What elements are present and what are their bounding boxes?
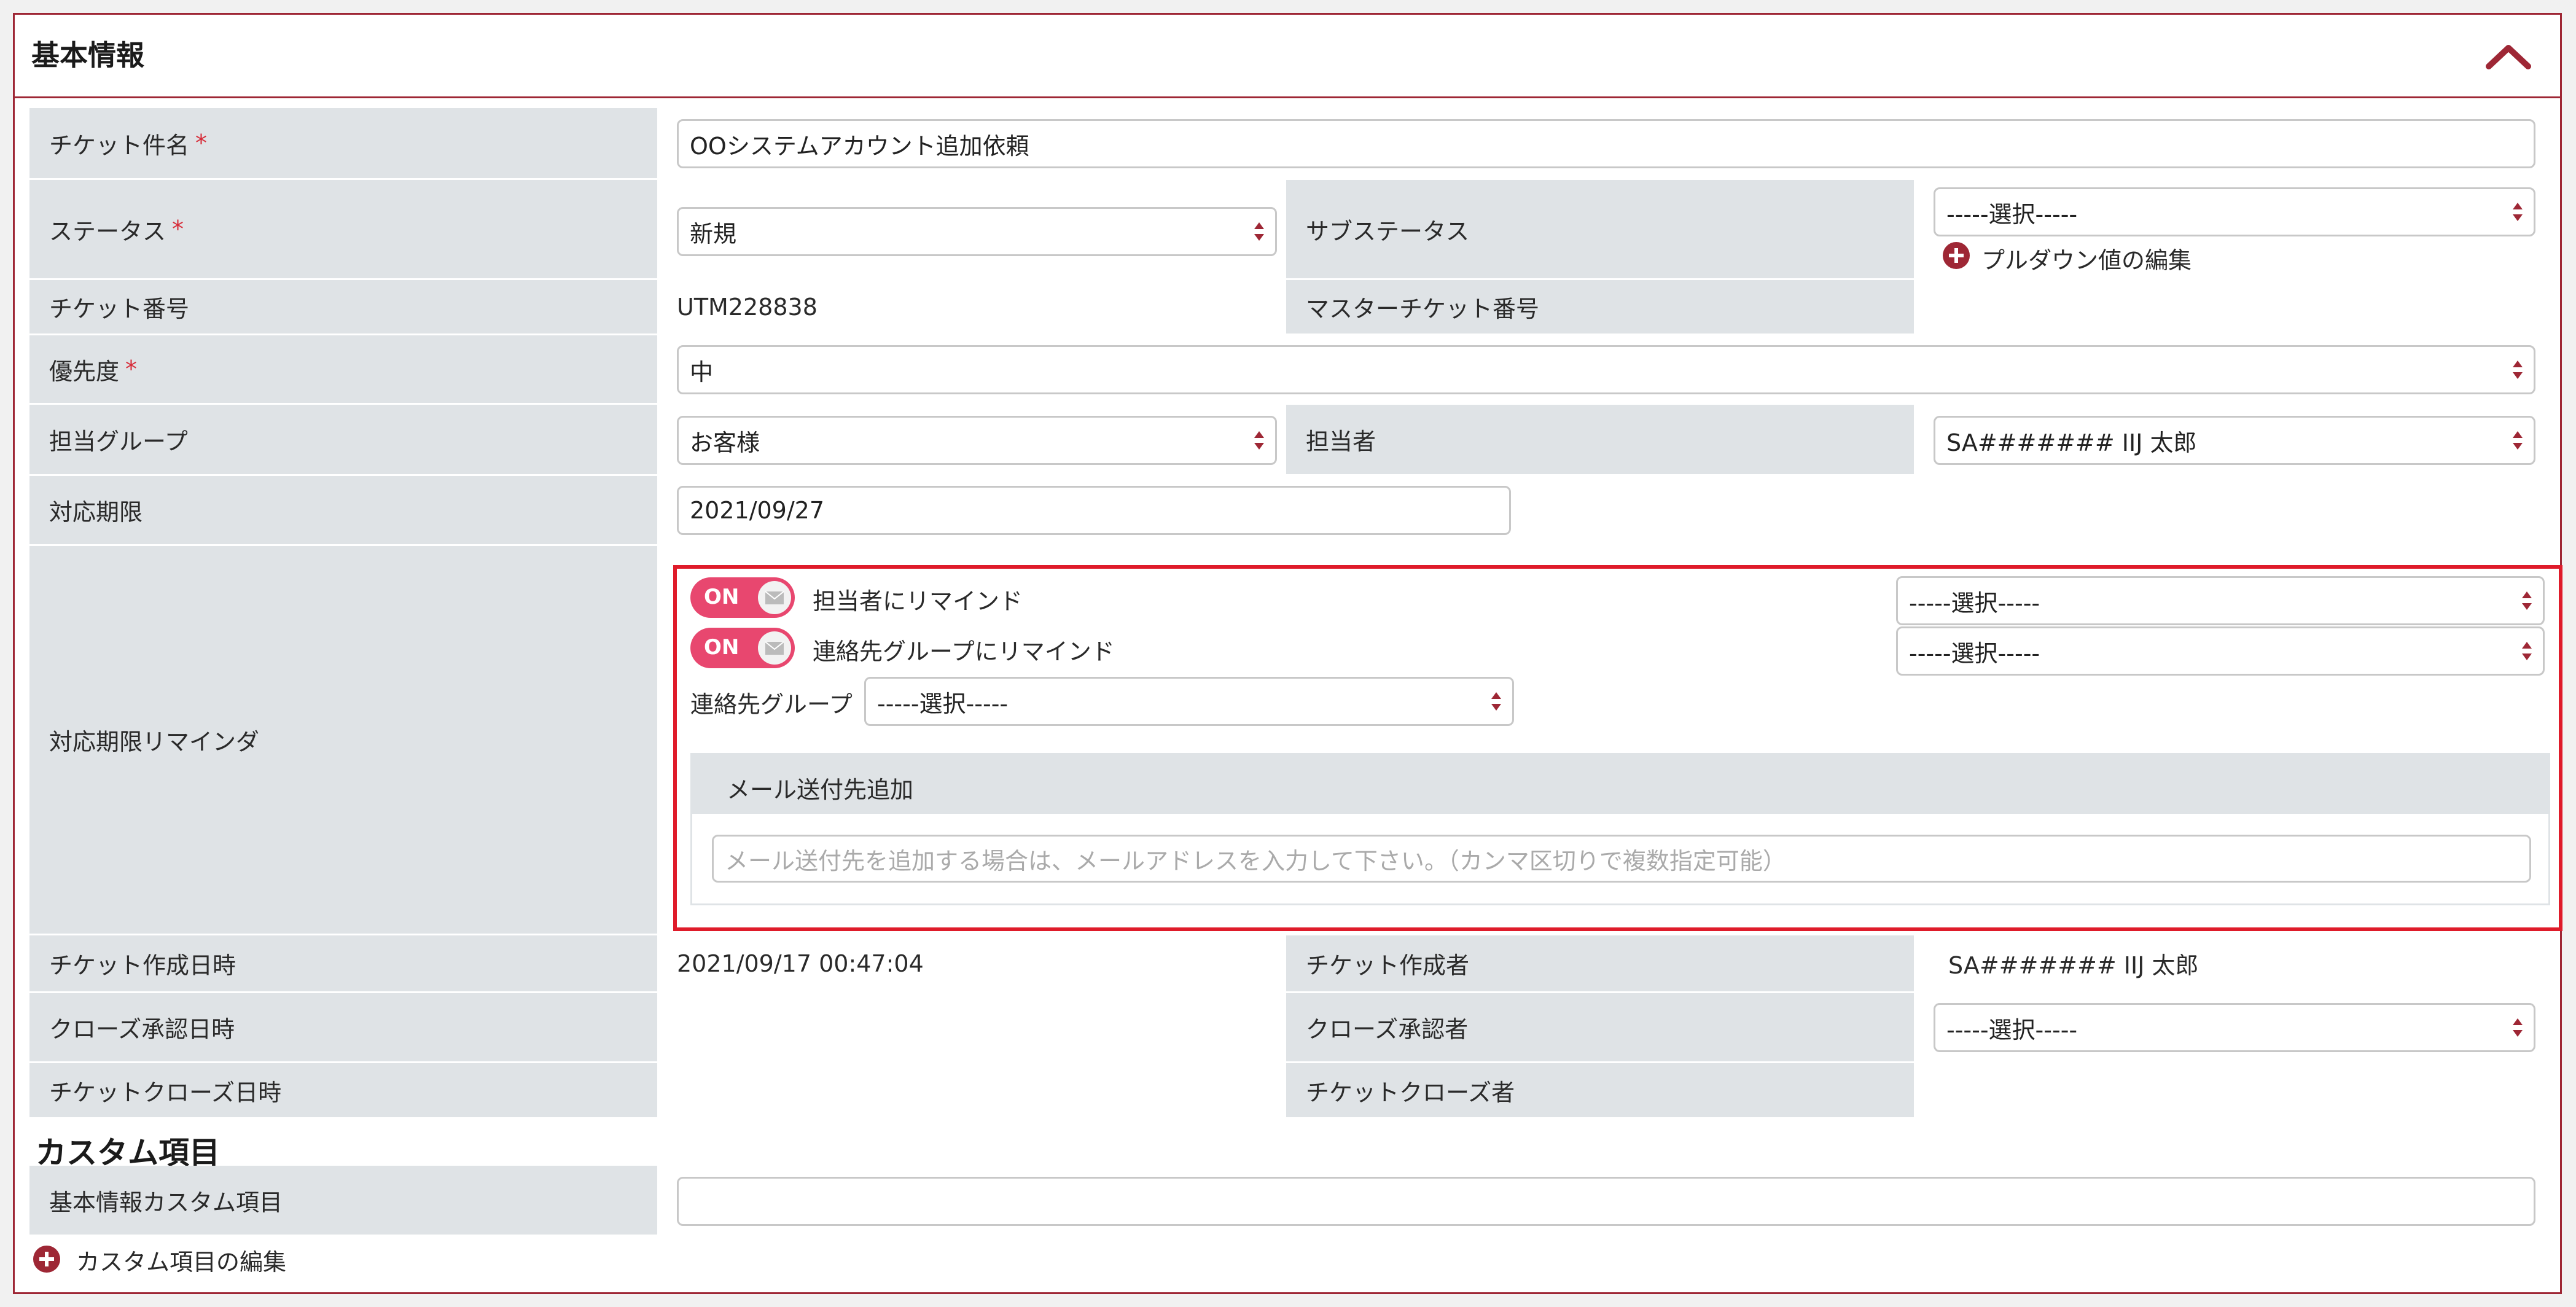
assignee-select[interactable]: SA####### IIJ 太郎	[1934, 416, 2535, 465]
edit-pulldown-link[interactable]: プルダウン値の編集	[1981, 241, 2192, 275]
row-priority: 優先度 * 中	[29, 335, 2544, 405]
row-close-approval: クローズ承認日時 クローズ承認者 -----選択-----	[29, 993, 2544, 1063]
row-ticket-number: チケット番号 UTM228838 マスターチケット番号	[29, 280, 2544, 335]
remind-contact-group-toggle[interactable]: ON	[690, 628, 795, 668]
created-at-value: 2021/09/17 00:47:04	[677, 950, 924, 977]
basic-info-panel: 基本情報 チケット件名 * OOシステムアカウント追加依頼 ステータス * 新規 サ…	[13, 13, 2562, 1294]
remind-assignee-label: 担当者にリマインド	[813, 588, 1023, 615]
label-status: ステータス *	[29, 180, 657, 278]
row-basic-custom-field: 基本情報カスタム項目	[29, 1166, 2544, 1236]
select-arrows-icon	[2522, 642, 2532, 660]
mail-icon	[758, 581, 791, 614]
mail-icon	[758, 631, 791, 665]
label-priority: 優先度 *	[29, 335, 657, 403]
panel-title: 基本情報	[31, 39, 144, 72]
remind-assignee-toggle[interactable]: ON	[690, 577, 795, 618]
edit-custom-fields-link[interactable]: カスタム項目の編集	[76, 1243, 286, 1277]
label-created-by: チケット作成者	[1286, 935, 1914, 991]
required-mark: *	[172, 216, 184, 243]
label-ticket-subject: チケット件名 *	[29, 108, 657, 178]
label-assignee: 担当者	[1286, 405, 1914, 474]
plus-circle-icon[interactable]	[1942, 241, 1970, 270]
row-ticket-subject: チケット件名 * OOシステムアカウント追加依頼	[29, 108, 2544, 180]
label-close-approver: クローズ承認者	[1286, 993, 1914, 1061]
close-approver-select[interactable]: -----選択-----	[1934, 1003, 2535, 1052]
select-arrows-icon	[2513, 361, 2523, 379]
label-sub-status: サブステータス	[1286, 180, 1914, 278]
plus-circle-icon[interactable]	[33, 1245, 61, 1273]
label-close-approved-at: クローズ承認日時	[29, 993, 657, 1061]
label-created-at: チケット作成日時	[29, 935, 657, 991]
select-arrows-icon	[2513, 1018, 2523, 1037]
remind-contact-group-select[interactable]: -----選択-----	[1896, 626, 2545, 676]
label-closed-by: チケットクローズ者	[1286, 1063, 1914, 1117]
reminder-highlight-box: ON 担当者にリマインド -----選択----- ON 連絡先グループにリマイ…	[673, 565, 2562, 931]
mail-add-title: メール送付先追加	[727, 776, 914, 803]
required-mark: *	[125, 356, 138, 383]
remind-contact-group-label: 連絡先グループにリマインド	[813, 638, 1115, 665]
select-arrows-icon	[1491, 692, 1501, 711]
created-by-value: SA####### IIJ 太郎	[1948, 952, 2199, 979]
row-due-date: 対応期限 2021/09/27	[29, 476, 2544, 546]
label-due-date: 対応期限	[29, 476, 657, 544]
contact-group-label: 連絡先グループ	[690, 691, 853, 718]
ticket-number-value: UTM228838	[677, 293, 818, 321]
assigned-group-select[interactable]: お客様	[677, 416, 1277, 465]
select-arrows-icon	[1254, 222, 1264, 241]
select-arrows-icon	[2513, 203, 2523, 221]
required-mark: *	[195, 130, 208, 157]
label-basic-custom-field: 基本情報カスタム項目	[29, 1166, 657, 1235]
row-created: チケット作成日時 2021/09/17 00:47:04 チケット作成者 SA#…	[29, 935, 2544, 993]
select-arrows-icon	[2513, 431, 2523, 450]
sub-status-select[interactable]: -----選択-----	[1934, 187, 2535, 236]
mail-add-section: メール送付先追加 メール送付先を追加する場合は、メールアドレスを入力して下さい。…	[690, 753, 2550, 905]
select-arrows-icon	[1254, 431, 1264, 450]
chevron-up-icon[interactable]	[2484, 38, 2533, 75]
row-closed: チケットクローズ日時 チケットクローズ者	[29, 1063, 2544, 1119]
mail-add-input[interactable]: メール送付先を追加する場合は、メールアドレスを入力して下さい。（カンマ区切りで複…	[712, 835, 2531, 883]
mail-add-header: メール送付先追加	[692, 755, 2548, 814]
due-date-input[interactable]: 2021/09/27	[677, 486, 1511, 535]
priority-select[interactable]: 中	[677, 345, 2535, 394]
label-assigned-group: 担当グループ	[29, 405, 657, 474]
label-closed-at: チケットクローズ日時	[29, 1063, 657, 1117]
label-master-ticket-number: マスターチケット番号	[1286, 280, 1914, 334]
basic-custom-field-input[interactable]	[677, 1177, 2535, 1226]
ticket-subject-input[interactable]: OOシステムアカウント追加依頼	[677, 119, 2535, 168]
status-select[interactable]: 新規	[677, 207, 1277, 256]
select-arrows-icon	[2522, 591, 2532, 610]
label-due-reminder: 対応期限リマインダ	[29, 546, 657, 934]
row-assignment: 担当グループ お客様 担当者 SA####### IIJ 太郎	[29, 405, 2544, 476]
label-ticket-number: チケット番号	[29, 280, 657, 334]
row-status: ステータス * 新規 サブステータス -----選択----- プルダウン値の編集	[29, 180, 2544, 280]
panel-header: 基本情報	[15, 15, 2560, 98]
remind-assignee-select[interactable]: -----選択-----	[1896, 576, 2545, 625]
contact-group-select[interactable]: -----選択-----	[864, 677, 1514, 726]
